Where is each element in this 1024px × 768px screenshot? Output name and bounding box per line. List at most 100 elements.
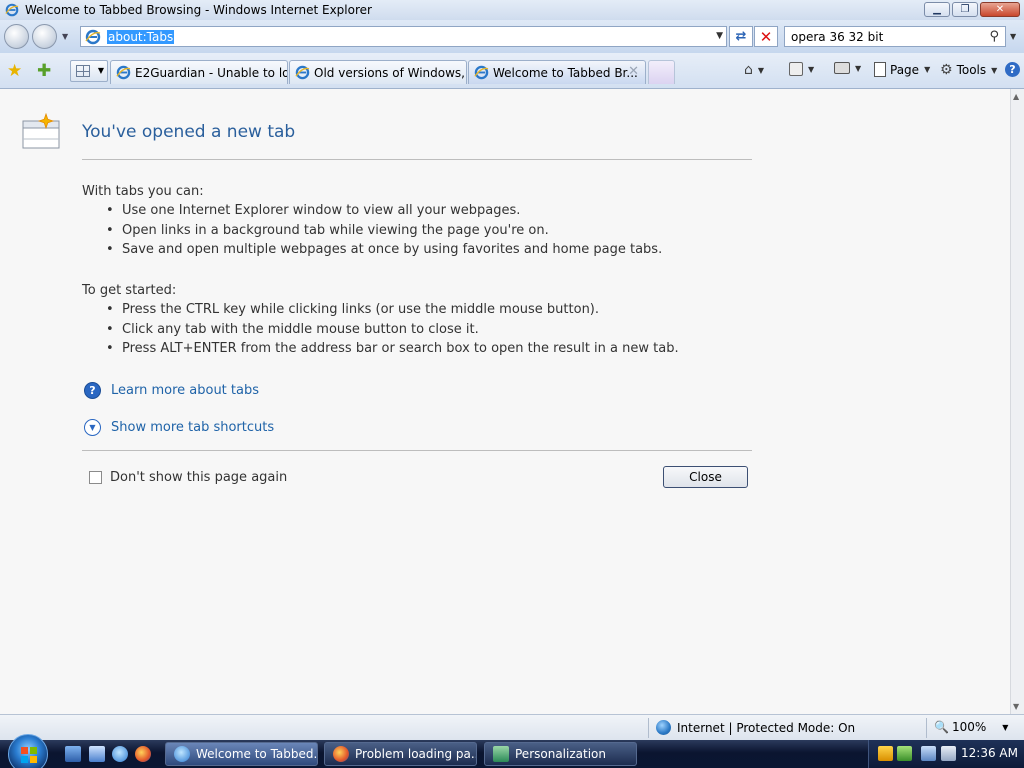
windows-logo-icon <box>21 747 37 763</box>
tools-menu[interactable]: ⚙ Tools ▼ <box>940 62 997 78</box>
quick-tabs-grid-icon <box>76 65 90 77</box>
security-zone[interactable]: Internet | Protected Mode: On <box>656 720 855 735</box>
gear-icon: ⚙ <box>940 62 953 78</box>
feeds-icon <box>789 62 803 76</box>
new-tab-page-icon <box>22 113 60 149</box>
tab-ie-icon <box>116 65 131 80</box>
print-dropdown-icon[interactable]: ▼ <box>855 64 861 73</box>
home-icon: ⌂ <box>744 62 753 78</box>
tab-ie-icon <box>295 65 310 80</box>
tabs-feature-list: Use one Internet Explorer window to view… <box>104 203 662 262</box>
security-center-icon[interactable] <box>897 746 912 761</box>
dont-show-label: Don't show this page again <box>110 470 288 485</box>
refresh-button[interactable]: ⇄ <box>729 26 753 47</box>
forward-button[interactable] <box>32 24 57 49</box>
page-menu[interactable]: Page ▼ <box>874 62 930 77</box>
ie-logo-icon <box>5 3 19 17</box>
vertical-scrollbar[interactable]: ▲ ▼ <box>1010 89 1024 714</box>
list-item: Click any tab with the middle mouse butt… <box>104 322 679 342</box>
dont-show-row[interactable]: Don't show this page again <box>89 470 287 485</box>
search-options-dropdown-icon[interactable]: ▼ <box>1010 32 1016 41</box>
quicklaunch-ie-icon[interactable] <box>112 746 128 762</box>
task-label: Personalization <box>515 747 606 761</box>
task-label: Welcome to Tabbed... <box>196 747 318 761</box>
firefox-icon <box>333 746 349 762</box>
tabs-section-heading: With tabs you can: <box>82 184 204 199</box>
close-window-button[interactable]: ✕ <box>980 2 1020 17</box>
taskbar-item-firefox[interactable]: Problem loading pa... <box>324 742 477 766</box>
learn-more-row[interactable]: ? Learn more about tabs <box>84 382 259 399</box>
internet-globe-icon <box>656 720 671 735</box>
search-box[interactable]: opera 36 32 bit ⚲ <box>784 26 1006 47</box>
dont-show-checkbox[interactable] <box>89 471 102 484</box>
status-separator <box>648 718 649 738</box>
show-desktop-icon[interactable] <box>65 746 81 762</box>
zoom-control[interactable]: 🔍 100% ▼ <box>934 720 1008 734</box>
quick-tabs-button[interactable]: ▼ <box>70 60 108 82</box>
close-button[interactable]: Close <box>663 466 748 488</box>
print-button[interactable]: ▼ <box>834 62 861 74</box>
close-tab-icon[interactable]: ✕ <box>628 64 639 79</box>
zoom-dropdown-icon[interactable]: ▼ <box>1002 723 1008 732</box>
tab-label: Old versions of Windows, ... <box>314 65 467 80</box>
volume-muted-icon[interactable] <box>941 746 956 761</box>
search-input[interactable]: opera 36 32 bit <box>791 30 883 44</box>
get-started-list: Press the CTRL key while clicking links … <box>104 302 679 361</box>
list-item: Save and open multiple webpages at once … <box>104 242 662 262</box>
clock[interactable]: 12:36 AM <box>961 746 1018 760</box>
feeds-dropdown-icon[interactable]: ▼ <box>808 65 814 74</box>
help-button[interactable]: ? <box>1005 62 1020 77</box>
list-item: Open links in a background tab while vie… <box>104 223 662 243</box>
status-bar: Internet | Protected Mode: On 🔍 100% ▼ <box>0 714 1024 740</box>
address-input[interactable]: about:Tabs <box>107 29 175 44</box>
taskbar: Welcome to Tabbed... Problem loading pa.… <box>0 734 1024 768</box>
favorites-star-icon[interactable]: ★ <box>7 61 22 81</box>
maximize-button[interactable]: ❐ <box>952 2 978 17</box>
zoom-icon: 🔍 <box>934 720 949 734</box>
divider <box>82 159 752 160</box>
tab-e2guardian[interactable]: E2Guardian - Unable to loa... <box>110 60 288 84</box>
title-bar: Welcome to Tabbed Browsing - Windows Int… <box>0 0 1024 20</box>
home-button[interactable]: ⌂ ▼ <box>744 62 764 78</box>
ie-icon <box>174 746 190 762</box>
quicklaunch-firefox-icon[interactable] <box>135 746 151 762</box>
print-icon <box>834 62 850 74</box>
personalization-icon <box>493 746 509 762</box>
taskbar-item-personalization[interactable]: Personalization <box>484 742 637 766</box>
tab-old-versions[interactable]: Old versions of Windows, ... <box>289 60 467 84</box>
new-tab-button[interactable] <box>648 60 675 84</box>
show-shortcuts-link[interactable]: Show more tab shortcuts <box>111 420 274 435</box>
switch-windows-icon[interactable] <box>89 746 105 762</box>
back-button[interactable] <box>4 24 29 49</box>
home-dropdown-icon[interactable]: ▼ <box>758 66 764 75</box>
scroll-down-icon[interactable]: ▼ <box>1013 702 1019 711</box>
status-separator <box>926 718 927 738</box>
learn-more-link[interactable]: Learn more about tabs <box>111 383 259 398</box>
stop-button[interactable]: ✕ <box>754 26 778 47</box>
address-dropdown-icon[interactable]: ▼ <box>716 31 723 41</box>
tab-welcome-tabbed-browsing[interactable]: Welcome to Tabbed Br... ✕ <box>468 60 646 84</box>
zoom-level: 100% <box>951 720 987 734</box>
search-icon[interactable]: ⚲ <box>989 29 999 44</box>
list-item: Use one Internet Explorer window to view… <box>104 203 662 223</box>
address-bar[interactable]: about:Tabs ▼ <box>80 26 727 47</box>
page-dropdown-icon: ▼ <box>924 65 931 74</box>
divider <box>82 450 752 451</box>
tab-list-dropdown-icon[interactable]: ▼ <box>98 66 104 75</box>
scroll-up-icon[interactable]: ▲ <box>1013 92 1019 101</box>
task-label: Problem loading pa... <box>355 747 477 761</box>
security-shield-icon[interactable] <box>878 746 893 761</box>
network-icon[interactable] <box>921 746 936 761</box>
shortcuts-row[interactable]: ▼ Show more tab shortcuts <box>84 419 274 436</box>
tab-ie-icon <box>474 65 489 80</box>
start-button[interactable] <box>8 734 48 768</box>
minimize-button[interactable]: ▁ <box>924 2 950 17</box>
recent-pages-dropdown-icon[interactable]: ▼ <box>62 32 68 41</box>
add-favorites-icon[interactable]: ✚ <box>37 61 51 81</box>
page-icon <box>874 62 886 77</box>
help-icon: ? <box>1005 62 1020 77</box>
feeds-button[interactable]: ▼ <box>789 62 814 76</box>
chevron-down-icon[interactable]: ▼ <box>84 419 101 436</box>
taskbar-item-ie[interactable]: Welcome to Tabbed... <box>165 742 318 766</box>
list-item: Press the CTRL key while clicking links … <box>104 302 679 322</box>
